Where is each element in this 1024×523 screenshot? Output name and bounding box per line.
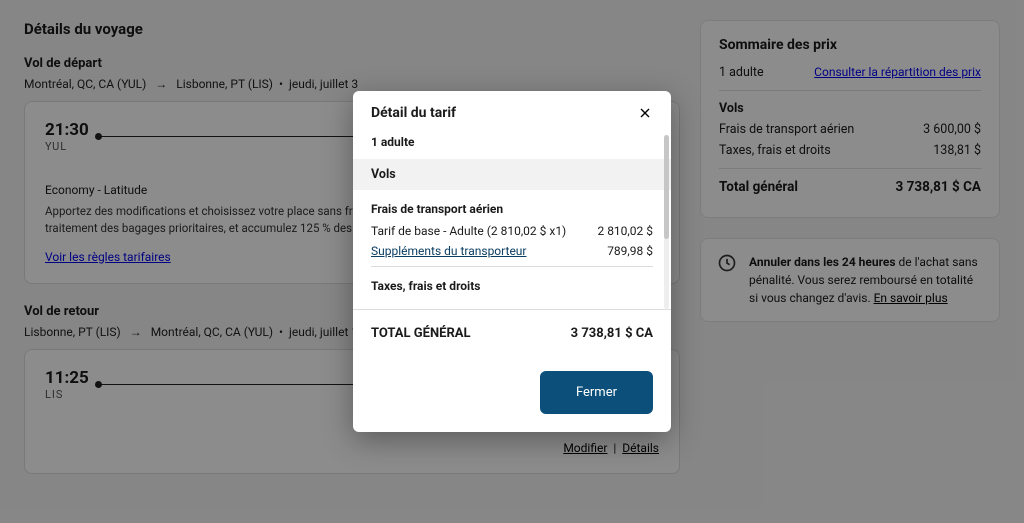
modal-tax-heading: Taxes, frais et droits <box>371 279 653 293</box>
close-icon[interactable] <box>637 105 653 121</box>
close-button[interactable]: Fermer <box>540 371 653 414</box>
base-fare-value: 2 810,02 $ <box>597 224 653 238</box>
modal-title: Détail du tarif <box>371 105 456 121</box>
modal-total-value: 3 738,81 $ CA <box>571 326 653 341</box>
fare-detail-modal: Détail du tarif 1 adulte Vols Frais de t… <box>353 91 671 432</box>
modal-flights-band: Vols <box>353 159 671 190</box>
carrier-surcharge-link[interactable]: Suppléments du transporteur <box>371 244 526 258</box>
modal-pax: 1 adulte <box>371 135 653 149</box>
modal-total-label: TOTAL GÉNÉRAL <box>371 326 471 341</box>
base-fare-label: Tarif de base - Adulte (2 810,02 $ x1) <box>371 224 566 238</box>
modal-air-heading: Frais de transport aérien <box>371 202 653 216</box>
carrier-surcharge-value: 789,98 $ <box>607 244 653 258</box>
modal-overlay[interactable]: Détail du tarif 1 adulte Vols Frais de t… <box>0 0 1024 523</box>
scrollbar-thumb[interactable] <box>664 135 669 239</box>
